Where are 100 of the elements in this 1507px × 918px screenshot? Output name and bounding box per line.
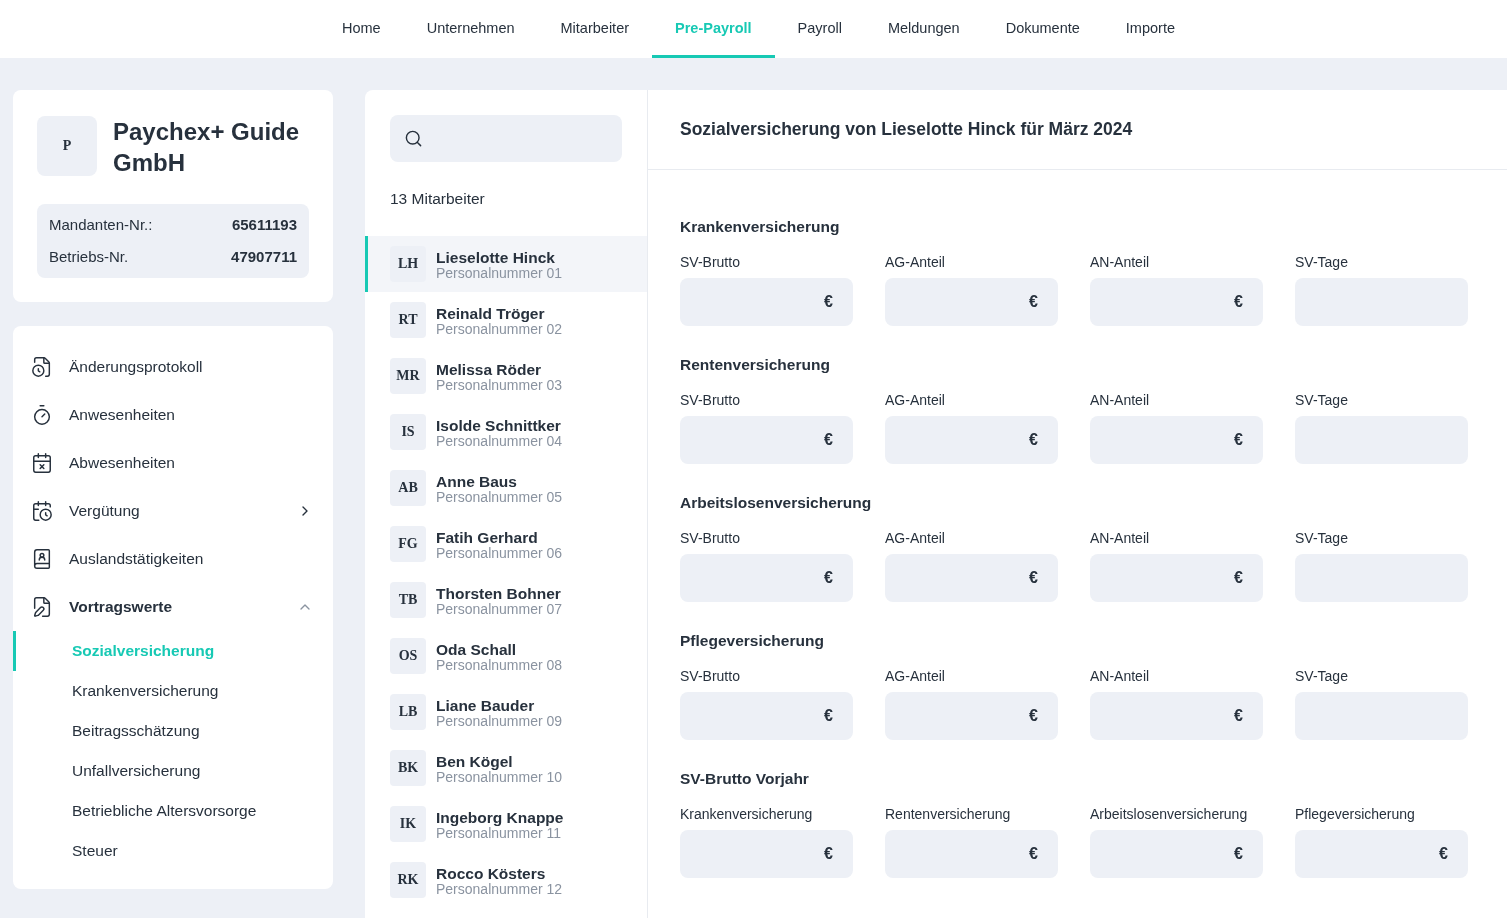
search-icon	[404, 129, 423, 148]
personnel-number: Personalnummer 05	[436, 489, 563, 504]
field-label: SV-Brutto	[680, 254, 741, 270]
input-field[interactable]: €	[885, 416, 1058, 464]
field-label: Rentenversicherung	[885, 806, 1012, 822]
employee-item[interactable]: RT Reinald Tröger Personalnummer 02	[365, 292, 647, 348]
input-field[interactable]: €	[1090, 416, 1263, 464]
employee-name: Thorsten Bohner	[436, 584, 562, 602]
currency-unit: €	[1234, 845, 1243, 863]
nav-tab[interactable]: Payroll	[774, 0, 865, 58]
personnel-number: Personalnummer 12	[436, 881, 563, 896]
fact-label: Betriebs-Nr.	[49, 247, 129, 267]
section-title: Pflegeversicherung	[680, 632, 825, 650]
field-label: SV-Brutto	[680, 530, 741, 546]
personnel-number: Personalnummer 09	[436, 713, 563, 728]
employee-name: Ingeborg Knappe	[436, 808, 564, 826]
detail-title: Sozialversicherung von Lieselotte Hinck für März 2024	[680, 119, 1133, 140]
currency-unit: €	[1234, 707, 1243, 725]
initials-avatar: AB	[390, 470, 426, 506]
input-field[interactable]: €	[1090, 554, 1263, 602]
employee-name: Reinald Tröger	[436, 304, 546, 322]
input-field[interactable]: €	[680, 278, 853, 326]
employee-item[interactable]: TB Thorsten Bohner Personalnummer 07	[365, 572, 647, 628]
calendar-clock-icon	[31, 500, 53, 522]
nav-tab[interactable]: Unternehmen	[403, 0, 538, 58]
nav-tab[interactable]: Meldungen	[864, 0, 983, 58]
employee-item[interactable]: LH Lieselotte Hinck Personalnummer 01	[365, 236, 647, 292]
employee-name: Rocco Kösters	[436, 864, 547, 882]
menu-item[interactable]: Änderungsprotokoll	[13, 343, 333, 391]
personnel-number: Personalnummer 10	[436, 769, 563, 784]
currency-unit: €	[1029, 431, 1038, 449]
menu-label: Anwesenheiten	[69, 406, 176, 424]
currency-unit: €	[1029, 569, 1038, 587]
field-label: AG-Anteil	[885, 668, 946, 684]
menu-item[interactable]: Anwesenheiten	[13, 391, 333, 439]
field-label: AG-Anteil	[885, 530, 946, 546]
input-field[interactable]: €	[680, 830, 853, 878]
input-field[interactable]: €	[885, 830, 1058, 878]
field-label: Krankenversicherung	[680, 806, 814, 822]
initials-avatar: IK	[390, 806, 426, 842]
submenu-item[interactable]: Betriebliche Altersvorsorge	[13, 791, 333, 831]
currency-unit: €	[1029, 845, 1038, 863]
document-pen-icon	[31, 596, 53, 618]
employee-item[interactable]: IS Isolde Schnittker Personalnummer 04	[365, 404, 647, 460]
field-label: Arbeitslosenversicherung	[1090, 806, 1249, 822]
field-label: SV-Tage	[1295, 668, 1349, 684]
fact-value: 47907711	[231, 247, 297, 267]
submenu-item[interactable]: Unfallversicherung	[13, 751, 333, 791]
submenu-item[interactable]: Steuer	[13, 831, 333, 871]
personnel-number: Personalnummer 06	[436, 545, 563, 560]
menu-label: Vergütung	[69, 502, 141, 520]
menu-item[interactable]: Abwesenheiten	[13, 439, 333, 487]
employee-item[interactable]: FG Fatih Gerhard Personalnummer 06	[365, 516, 647, 572]
menu-label: Änderungsprotokoll	[69, 358, 204, 376]
employee-item[interactable]: IK Ingeborg Knappe Personalnummer 11	[365, 796, 647, 852]
employee-item[interactable]: LB Liane Bauder Personalnummer 09	[365, 684, 647, 740]
input-field[interactable]: €	[680, 692, 853, 740]
employee-name: Lieselotte Hinck	[436, 248, 556, 266]
employee-item[interactable]: AB Anne Baus Personalnummer 05	[365, 460, 647, 516]
initials-avatar: FG	[390, 526, 426, 562]
input-field[interactable]: €	[1090, 830, 1263, 878]
nav-tab[interactable]: Home	[319, 0, 404, 58]
currency-unit: €	[1234, 431, 1243, 449]
input-field[interactable]: €	[885, 692, 1058, 740]
input-field[interactable]: €	[885, 278, 1058, 326]
menu-item[interactable]: Vergütung	[13, 487, 333, 535]
input-field[interactable]: €	[1090, 278, 1263, 326]
input-field[interactable]: €	[885, 554, 1058, 602]
employee-name: Liane Bauder	[436, 696, 536, 714]
submenu-item[interactable]: Beitragsschätzung	[13, 711, 333, 751]
field-label: AG-Anteil	[885, 254, 946, 270]
input-field[interactable]: €	[1090, 692, 1263, 740]
currency-unit: €	[824, 293, 833, 311]
initials-avatar: RT	[390, 302, 426, 338]
personnel-number: Personalnummer 04	[436, 433, 563, 448]
currency-unit: €	[1234, 569, 1243, 587]
nav-tab[interactable]: Dokumente	[982, 0, 1103, 58]
employee-item[interactable]: RK Rocco Kösters Personalnummer 12	[365, 852, 647, 908]
employee-item[interactable]: OS Oda Schall Personalnummer 08	[365, 628, 647, 684]
menu-item[interactable]: Vortragswerte	[13, 583, 333, 631]
nav-tab[interactable]: Importe	[1102, 0, 1198, 58]
field-label: AN-Anteil	[1090, 668, 1151, 684]
field-label: Pflegeversicherung	[1295, 806, 1416, 822]
employee-count: 13 Mitarbeiter	[390, 190, 486, 208]
submenu-item[interactable]: Krankenversicherung	[13, 671, 333, 711]
input-field[interactable]: €	[680, 554, 853, 602]
field-label: AN-Anteil	[1090, 254, 1151, 270]
company-name: Paychex+ Guide GmbH	[113, 117, 301, 178]
input-field[interactable]: €	[1295, 830, 1468, 878]
input-field[interactable]: €	[680, 416, 853, 464]
menu-label: Auslandstätigkeiten	[69, 550, 205, 568]
employee-item[interactable]: MR Melissa Röder Personalnummer 03	[365, 348, 647, 404]
search-field[interactable]	[390, 115, 622, 162]
personnel-number: Personalnummer 08	[436, 657, 563, 672]
employee-name: Melissa Röder	[436, 360, 543, 378]
field-label: AN-Anteil	[1090, 392, 1151, 408]
menu-item[interactable]: Auslandstätigkeiten	[13, 535, 333, 583]
section-title: Rentenversicherung	[680, 356, 831, 374]
employee-item[interactable]: BK Ben Kögel Personalnummer 10	[365, 740, 647, 796]
nav-tab[interactable]: Mitarbeiter	[537, 0, 653, 58]
